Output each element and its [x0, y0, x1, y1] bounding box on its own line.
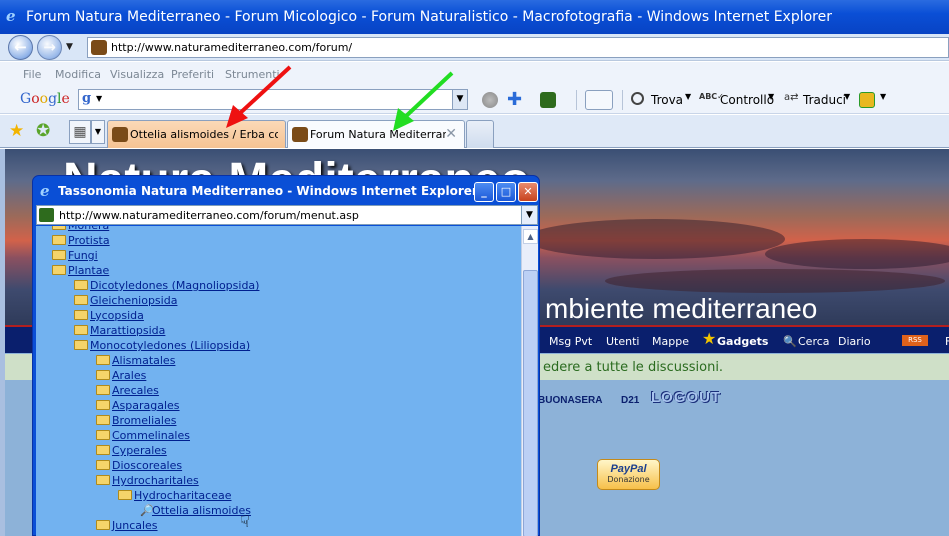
- annotation-arrows: [226, 65, 454, 131]
- red-arrow: [236, 65, 292, 117]
- hand-cursor-icon: ☟: [240, 512, 250, 531]
- green-arrow: [402, 71, 454, 120]
